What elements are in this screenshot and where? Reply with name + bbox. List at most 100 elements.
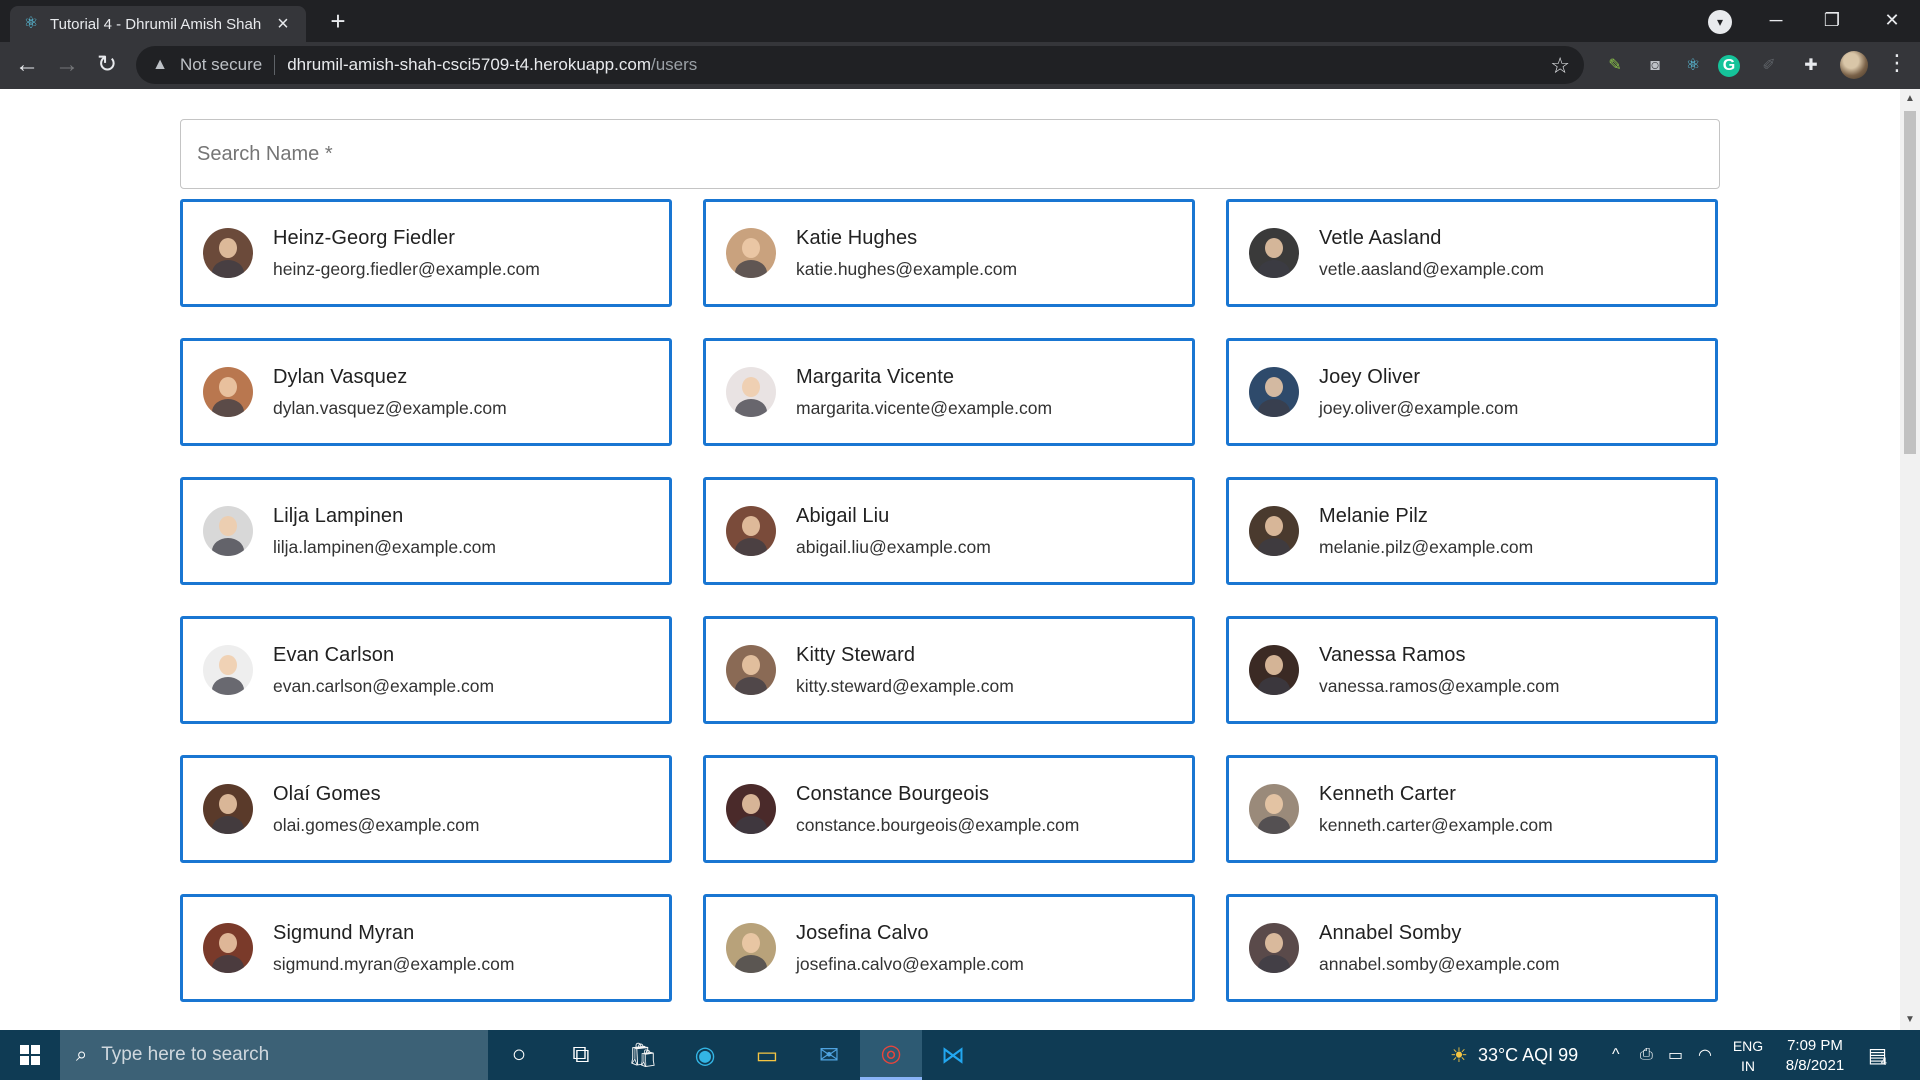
taskbar-search-box[interactable]: ⌕ Type here to search <box>60 1030 488 1080</box>
user-card[interactable]: Joey Oliver joey.oliver@example.com <box>1226 338 1718 446</box>
store-icon[interactable]: 🛍 <box>612 1030 674 1080</box>
scroll-thumb[interactable] <box>1904 111 1916 454</box>
address-bar[interactable]: ▲ Not secure dhrumil-amish-shah-csci5709… <box>136 46 1584 84</box>
camera-extension-icon[interactable]: ◙ <box>1642 53 1668 79</box>
mail-icon[interactable]: ✉ <box>798 1030 860 1080</box>
page-scrollbar[interactable]: ▲ ▼ <box>1900 89 1920 1030</box>
more-menu-icon[interactable]: ⋮ <box>1886 50 1908 76</box>
wifi-icon[interactable]: ◠ <box>1698 1030 1712 1080</box>
user-name: Katie Hughes <box>796 226 918 249</box>
cortana-icon[interactable]: ○ <box>488 1030 550 1080</box>
pen-extension-icon[interactable]: ✎ <box>1602 53 1628 79</box>
edge-icon[interactable]: ◉ <box>674 1030 736 1080</box>
user-card[interactable]: Evan Carlson evan.carlson@example.com <box>180 616 672 724</box>
user-info: Annabel Somby annabel.somby@example.com <box>1319 922 1560 975</box>
avatar <box>726 228 776 278</box>
user-email: kenneth.carter@example.com <box>1319 814 1553 835</box>
user-name: Melanie Pilz <box>1319 504 1429 527</box>
scroll-up-arrow-icon[interactable]: ▲ <box>1900 89 1920 109</box>
user-card[interactable]: Lilja Lampinen lilja.lampinen@example.com <box>180 477 672 585</box>
warning-icon: ▲ <box>152 56 168 73</box>
chrome-icon[interactable]: ◎ <box>860 1030 922 1080</box>
task-view-icon[interactable]: ⧉ <box>550 1030 612 1080</box>
minimize-button[interactable]: ─ <box>1748 0 1804 40</box>
bookmark-star-icon[interactable]: ☆ <box>1550 53 1570 79</box>
forward-arrow-icon[interactable]: → <box>52 50 82 80</box>
user-info: Evan Carlson evan.carlson@example.com <box>273 644 494 697</box>
user-email: olai.gomes@example.com <box>273 814 480 835</box>
scroll-down-arrow-icon[interactable]: ▼ <box>1900 1010 1920 1030</box>
show-hidden-icons[interactable]: ^ <box>1612 1030 1620 1080</box>
profile-avatar[interactable] <box>1840 51 1868 79</box>
avatar <box>1249 367 1299 417</box>
avatar <box>1249 506 1299 556</box>
user-email: vanessa.ramos@example.com <box>1319 675 1560 696</box>
user-card[interactable]: Olaí Gomes olai.gomes@example.com <box>180 755 672 863</box>
file-explorer-icon[interactable]: ▭ <box>736 1030 798 1080</box>
system-clock[interactable]: 7:09 PM 8/8/2021 <box>1760 1036 1870 1076</box>
user-card[interactable]: Vanessa Ramos vanessa.ramos@example.com <box>1226 616 1718 724</box>
user-info: Dylan Vasquez dylan.vasquez@example.com <box>273 366 507 419</box>
vscode-icon[interactable]: ⋈ <box>922 1030 984 1080</box>
notification-center-icon[interactable]: ▤ 4 <box>1868 1030 1887 1080</box>
react-extension-icon[interactable]: ⚛ <box>1680 53 1706 79</box>
weather-widget[interactable]: ☀ 33°C AQI 99 <box>1450 1030 1578 1080</box>
user-email: josefina.calvo@example.com <box>796 953 1024 974</box>
user-email: vetle.aasland@example.com <box>1319 258 1544 279</box>
notification-count: 4 <box>1880 1056 1888 1068</box>
windows-taskbar: ⌕ Type here to search ○ ⧉ 🛍 ◉ ▭ ✉ ◎ ⋈ ☀ … <box>0 1030 1920 1080</box>
restore-button[interactable]: ❐ <box>1804 0 1860 40</box>
user-name: Heinz-Georg Fiedler <box>273 226 455 249</box>
user-name: Vetle Aasland <box>1319 226 1442 249</box>
clock-date: 8/8/2021 <box>1785 1057 1845 1074</box>
user-card[interactable]: Josefina Calvo josefina.calvo@example.com <box>703 894 1195 1002</box>
puzzle-icon[interactable]: ✚ <box>1798 53 1824 79</box>
avatar <box>726 506 776 556</box>
user-info: Sigmund Myran sigmund.myran@example.com <box>273 922 514 975</box>
grammarly-icon[interactable]: G <box>1718 55 1740 77</box>
user-email: dylan.vasquez@example.com <box>273 397 507 418</box>
user-email: margarita.vicente@example.com <box>796 397 1053 418</box>
user-email: abigail.liu@example.com <box>796 536 991 557</box>
close-tab-icon[interactable]: × <box>272 13 294 36</box>
new-tab-button[interactable]: + <box>326 6 350 36</box>
pencil-extension-icon[interactable]: ✐ <box>1756 53 1782 79</box>
user-name: Dylan Vasquez <box>273 365 408 388</box>
close-window-button[interactable]: ✕ <box>1864 0 1920 40</box>
user-info: Kenneth Carter kenneth.carter@example.com <box>1319 783 1553 836</box>
user-card[interactable]: Margarita Vicente margarita.vicente@examp… <box>703 338 1195 446</box>
user-card[interactable]: Sigmund Myran sigmund.myran@example.com <box>180 894 672 1002</box>
user-card[interactable]: Melanie Pilz melanie.pilz@example.com <box>1226 477 1718 585</box>
avatar <box>203 645 253 695</box>
user-card[interactable]: Katie Hughes katie.hughes@example.com <box>703 199 1195 307</box>
user-card[interactable]: Constance Bourgeois constance.bourgeois@e… <box>703 755 1195 863</box>
avatar <box>726 645 776 695</box>
battery-icon[interactable]: ▭ <box>1668 1030 1683 1080</box>
avatar <box>1249 784 1299 834</box>
windows-logo-icon <box>20 1045 40 1065</box>
browser-title-bar: ⚛ Tutorial 4 - Dhrumil Amish Shah × + ▾ … <box>0 0 1920 42</box>
user-name: Abigail Liu <box>796 504 890 527</box>
tab-search-icon[interactable]: ▾ <box>1708 10 1732 34</box>
meet-now-icon[interactable]: ⎙ <box>1640 1030 1653 1080</box>
user-card[interactable]: Kitty Steward kitty.steward@example.com <box>703 616 1195 724</box>
back-arrow-icon[interactable]: ← <box>12 50 42 80</box>
user-card[interactable]: Kenneth Carter kenneth.carter@example.com <box>1226 755 1718 863</box>
search-input[interactable]: Search Name * <box>180 119 1720 189</box>
reload-icon[interactable]: ↻ <box>92 50 122 80</box>
start-button[interactable] <box>0 1030 60 1080</box>
user-email: lilja.lampinen@example.com <box>273 536 496 557</box>
user-card[interactable]: Annabel Somby annabel.somby@example.com <box>1226 894 1718 1002</box>
user-info: Heinz-Georg Fiedler heinz-georg.fiedler@e… <box>273 227 540 280</box>
tab-title: Tutorial 4 - Dhrumil Amish Shah <box>50 15 262 33</box>
user-card[interactable]: Dylan Vasquez dylan.vasquez@example.com <box>180 338 672 446</box>
user-name: Josefina Calvo <box>796 921 929 944</box>
user-info: Joey Oliver joey.oliver@example.com <box>1319 366 1518 419</box>
user-card[interactable]: Abigail Liu abigail.liu@example.com <box>703 477 1195 585</box>
avatar <box>1249 645 1299 695</box>
user-card[interactable]: Heinz-Georg Fiedler heinz-georg.fiedler@e… <box>180 199 672 307</box>
url-host: dhrumil-amish-shah-csci5709-t4.herokuapp… <box>287 55 651 74</box>
user-info: Constance Bourgeois constance.bourgeois@e… <box>796 783 1079 836</box>
user-card[interactable]: Vetle Aasland vetle.aasland@example.com <box>1226 199 1718 307</box>
browser-tab[interactable]: ⚛ Tutorial 4 - Dhrumil Amish Shah × <box>10 6 306 42</box>
